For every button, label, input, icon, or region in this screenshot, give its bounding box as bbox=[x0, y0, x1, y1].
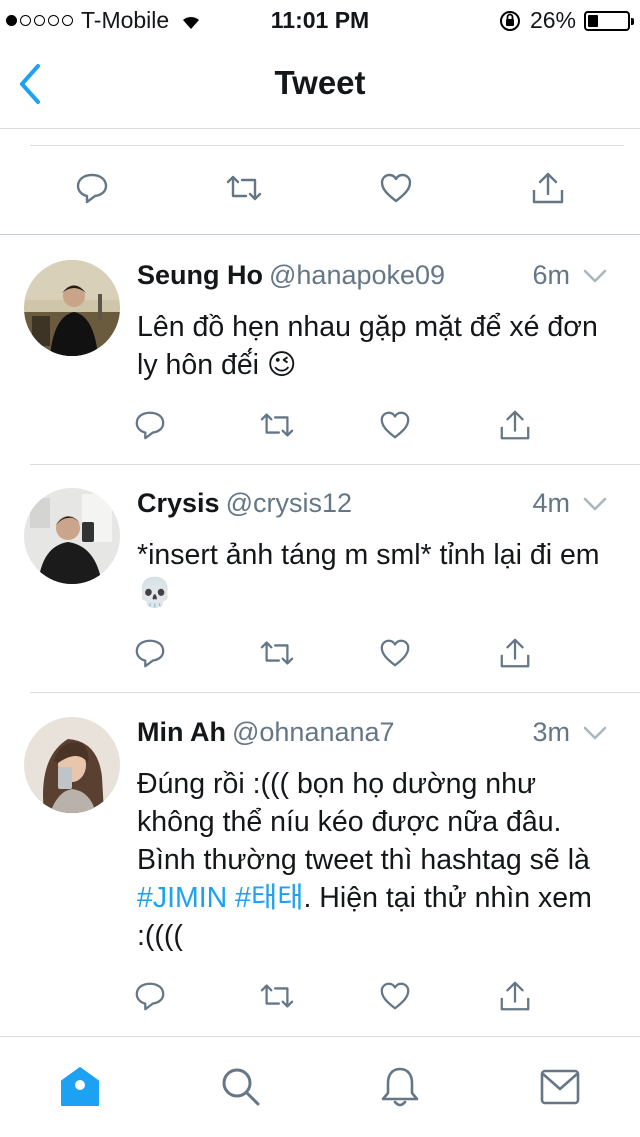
reply-button[interactable] bbox=[133, 408, 167, 442]
avatar[interactable] bbox=[24, 260, 120, 356]
tab-home[interactable] bbox=[59, 1065, 101, 1109]
more-options-button[interactable] bbox=[582, 266, 608, 286]
hashtag-link[interactable]: #JIMIN #태태 bbox=[137, 882, 303, 914]
status-bar: T-Mobile 11:01 PM 26% bbox=[0, 0, 640, 40]
like-button[interactable] bbox=[378, 979, 412, 1013]
like-button[interactable] bbox=[378, 170, 414, 206]
like-icon bbox=[380, 982, 410, 1010]
divider bbox=[30, 145, 624, 146]
reply-icon bbox=[76, 173, 108, 204]
reply-icon bbox=[135, 639, 165, 668]
rotation-lock-icon bbox=[498, 9, 522, 33]
page-title: Tweet bbox=[274, 64, 366, 101]
notifications-icon bbox=[381, 1067, 419, 1107]
retweet-button[interactable] bbox=[258, 636, 294, 670]
tab-bar bbox=[0, 1036, 640, 1137]
reply-text: Đúng rồi :((( bọn họ dường như không thể… bbox=[137, 765, 607, 955]
reply-timestamp: 3m bbox=[532, 717, 570, 747]
retweet-button[interactable] bbox=[258, 408, 294, 442]
retweet-icon bbox=[260, 413, 294, 437]
like-button[interactable] bbox=[378, 408, 412, 442]
chevron-down-icon bbox=[583, 269, 607, 283]
more-options-button[interactable] bbox=[582, 723, 608, 743]
share-button[interactable] bbox=[530, 170, 566, 206]
share-button[interactable] bbox=[498, 408, 532, 442]
reply-button[interactable] bbox=[133, 979, 167, 1013]
tab-search[interactable] bbox=[219, 1065, 261, 1109]
main-tweet-actions bbox=[0, 170, 640, 210]
share-icon bbox=[500, 410, 530, 440]
messages-icon bbox=[540, 1069, 580, 1105]
navigation-bar: Tweet bbox=[0, 40, 640, 129]
retweet-button[interactable] bbox=[258, 979, 294, 1013]
reply-author-name[interactable]: Crysis bbox=[137, 488, 220, 518]
reply-author-handle[interactable]: @ohnanana7 bbox=[232, 717, 395, 747]
tab-messages[interactable] bbox=[539, 1065, 581, 1109]
reply-icon bbox=[135, 411, 165, 440]
reply-author-handle[interactable]: @hanapoke09 bbox=[269, 260, 445, 290]
reply-text: Lên đồ hẹn nhau gặp mặt để xé đơn ly hôn… bbox=[137, 311, 598, 381]
reply-author-handle[interactable]: @crysis12 bbox=[226, 488, 352, 518]
reply-icon bbox=[135, 982, 165, 1011]
reply-text: *insert ảnh táng m sml* tỉnh lại đi em 💀 bbox=[137, 539, 600, 609]
like-icon bbox=[380, 411, 410, 439]
avatar[interactable] bbox=[24, 488, 120, 584]
search-icon bbox=[222, 1068, 260, 1106]
divider bbox=[30, 464, 640, 465]
tab-notifications[interactable] bbox=[379, 1065, 421, 1109]
share-button[interactable] bbox=[498, 979, 532, 1013]
avatar[interactable] bbox=[24, 717, 120, 813]
retweet-icon bbox=[260, 641, 294, 665]
reply-author-name[interactable]: Seung Ho bbox=[137, 260, 263, 290]
reply-timestamp: 6m bbox=[532, 260, 570, 290]
share-button[interactable] bbox=[498, 636, 532, 670]
reply-text-before: Đúng rồi :((( bọn họ dường như không thể… bbox=[137, 768, 590, 876]
battery-percent: 26% bbox=[529, 7, 576, 33]
like-icon bbox=[380, 173, 412, 203]
chevron-down-icon bbox=[583, 497, 607, 511]
share-icon bbox=[500, 981, 530, 1011]
reply-button[interactable] bbox=[133, 636, 167, 670]
share-icon bbox=[532, 172, 564, 204]
reply-button[interactable] bbox=[74, 170, 110, 206]
reply-author-name[interactable]: Min Ah bbox=[137, 717, 226, 747]
share-icon bbox=[500, 638, 530, 668]
retweet-icon bbox=[226, 175, 262, 201]
like-icon bbox=[380, 639, 410, 667]
divider bbox=[30, 692, 640, 693]
reply-timestamp: 4m bbox=[532, 488, 570, 518]
battery-icon bbox=[584, 10, 634, 31]
more-options-button[interactable] bbox=[582, 494, 608, 514]
section-divider bbox=[0, 234, 640, 235]
chevron-down-icon bbox=[583, 726, 607, 740]
retweet-icon bbox=[260, 984, 294, 1008]
home-icon bbox=[61, 1067, 99, 1106]
retweet-button[interactable] bbox=[224, 170, 262, 206]
like-button[interactable] bbox=[378, 636, 412, 670]
